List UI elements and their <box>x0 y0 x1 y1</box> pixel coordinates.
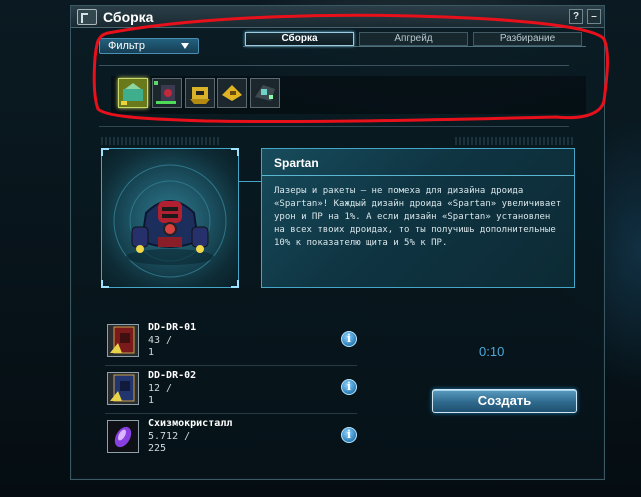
create-button[interactable]: Создать <box>432 389 577 413</box>
item-slot-3[interactable] <box>185 78 215 108</box>
build-timer: 0:10 <box>479 344 505 359</box>
minimize-button[interactable]: – <box>587 9 601 24</box>
info-button[interactable]: i <box>341 331 357 347</box>
blue-blueprint-icon <box>107 372 139 405</box>
droid-design-icon <box>190 87 210 104</box>
item-strip <box>111 76 586 114</box>
purple-crystal-icon <box>107 420 139 453</box>
decor-hatch <box>101 137 221 145</box>
description-panel: Spartan Лазеры и ракеты — не помеха для … <box>261 148 575 288</box>
resource-qty: 12 / <box>148 383 173 394</box>
help-button[interactable]: ? <box>569 9 583 24</box>
assembly-icon <box>77 9 97 25</box>
item-slot-1[interactable] <box>118 78 148 108</box>
resource-need: 1 <box>148 347 155 358</box>
tab-assembly[interactable]: Сборка <box>245 32 354 46</box>
decor-hatch <box>455 137 575 145</box>
tab-disassembly[interactable]: Разбирание <box>473 32 582 46</box>
window-title: Сборка <box>103 9 154 25</box>
filter-dropdown[interactable]: Фильтр <box>99 38 199 54</box>
connector-line <box>239 181 261 182</box>
divider <box>99 65 569 66</box>
assembly-window: Сборка ? – Фильтр Сборка Апгрейд Разбира… <box>70 5 605 480</box>
resource-name: DD-DR-02 <box>148 370 197 381</box>
resource-qty: 5.712 / <box>148 431 191 442</box>
info-button[interactable]: i <box>341 427 357 443</box>
item-slot-4[interactable] <box>217 78 247 108</box>
droid-preview <box>101 148 239 288</box>
droid-design-icon <box>121 83 143 105</box>
divider <box>105 365 357 366</box>
filter-label: Фильтр <box>108 40 145 52</box>
droid-design-icon <box>154 81 176 104</box>
droid-description: Лазеры и ракеты — не помеха для дизайна … <box>274 186 562 248</box>
resource-row-3: Схизмокристалл 5.712 / 225 i <box>105 417 357 457</box>
chevron-down-icon <box>181 43 189 49</box>
info-button[interactable]: i <box>341 379 357 395</box>
resource-need: 1 <box>148 395 155 406</box>
red-blueprint-icon <box>107 324 139 357</box>
resource-row-1: DD-DR-01 43 / 1 i <box>105 321 357 361</box>
resource-name: Схизмокристалл <box>148 418 233 429</box>
item-slot-5[interactable] <box>250 78 280 108</box>
resource-need: 225 <box>148 443 167 454</box>
divider <box>99 126 569 127</box>
resource-name: DD-DR-01 <box>148 322 197 333</box>
item-slot-2[interactable] <box>152 78 182 108</box>
title-underline <box>262 175 574 176</box>
droid-design-icon <box>255 85 275 101</box>
resource-qty: 43 / <box>148 335 173 346</box>
divider <box>105 413 357 414</box>
tab-upgrade[interactable]: Апгрейд <box>359 32 468 46</box>
droid-design-icon <box>222 85 242 101</box>
spartan-droid-image <box>113 164 227 278</box>
window-titlebar[interactable]: Сборка ? – <box>71 6 604 28</box>
tab-underline <box>243 46 586 47</box>
droid-name: Spartan <box>274 156 319 170</box>
resource-row-2: DD-DR-02 12 / 1 i <box>105 369 357 409</box>
